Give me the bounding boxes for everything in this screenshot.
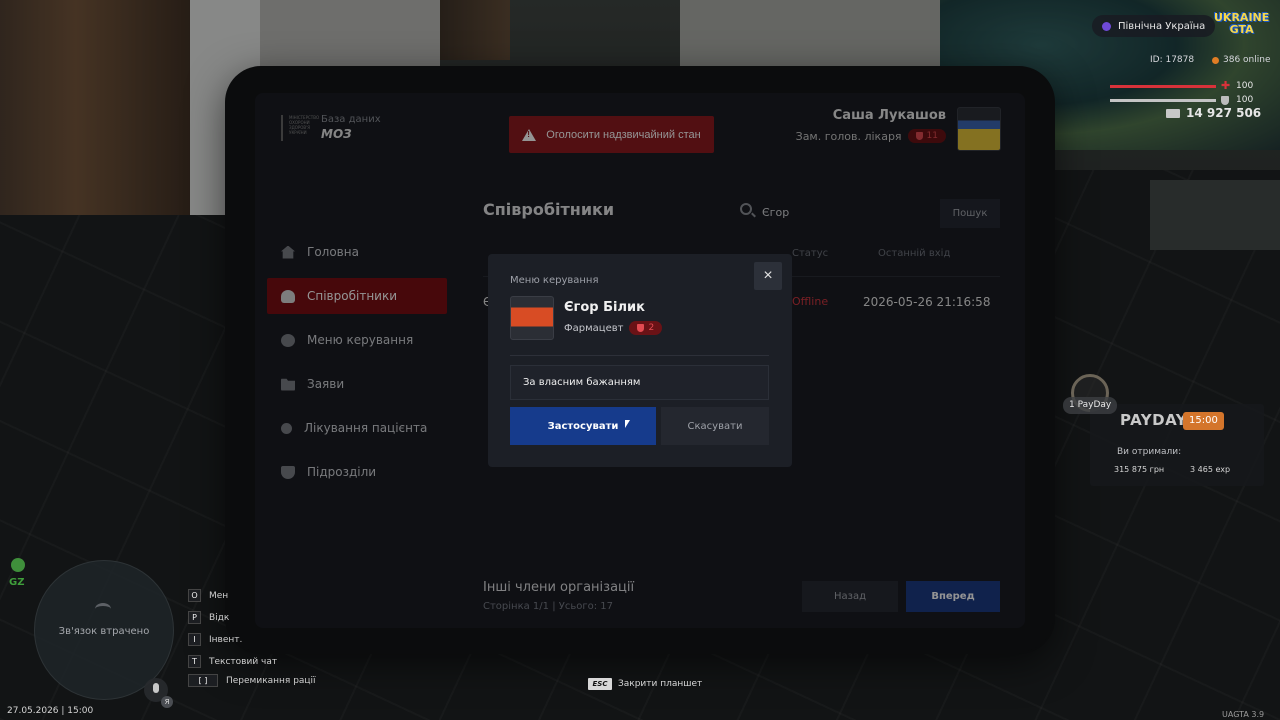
payday-exp: 3 465 exp [1190,465,1231,474]
armor-icon [1221,96,1229,105]
search-button[interactable]: Пошук [940,199,1000,228]
keyboard-language: Я [161,696,173,708]
green-zone-label: GZ [9,577,25,588]
close-button[interactable]: × [754,262,782,290]
employee-role: Фармацевт 2 [564,321,663,335]
employee-avatar [510,296,554,340]
search-input[interactable] [762,203,932,221]
shield-icon [281,465,295,479]
modal-title: Меню керування [510,275,599,286]
player-id: ID: 17878 [1150,55,1195,65]
health-bar [1110,85,1216,88]
keybind-hint: P Відк [188,611,229,624]
sidebar-item-treatment[interactable]: Лікування пацієнта [267,410,447,446]
back-button[interactable]: Назад [802,581,898,612]
status-badge: Offline [792,295,829,308]
close-tablet-hint: ESC Закрити планшет [588,678,702,690]
ministry-logo: МІНІСТЕРСТВО ОХОРОНИ ЗДОРОВ'Я УКРАЇНИ [281,114,319,141]
sidebar-item-divisions[interactable]: Підрозділи [267,454,447,490]
gear-icon [281,333,295,347]
rank-badge: 11 [907,129,946,143]
money-display: 14 927 506 [1166,106,1261,120]
reason-field[interactable] [510,365,769,400]
server-badge: Північна Україна [1092,15,1216,37]
user-role: Зам. голов. лікаря [795,129,902,143]
no-signal-icon [95,603,111,615]
user-info: Саша Лукашов Зам. голов. лікаря 11 [796,108,946,143]
green-zone-icon [11,558,25,572]
cash-icon [1166,108,1180,118]
warning-icon [522,128,537,141]
page-title: Співробітники [483,200,615,219]
org-name: МОЗ [321,127,352,141]
game-version: UAGTA 3.9 [1222,710,1265,719]
game-logo: UKRAINE GTA [1214,11,1270,36]
minimap-status: Зв'язок втрачено [58,626,150,637]
online-count: 386 online [1212,55,1271,65]
declare-emergency-button[interactable]: Оголосити надзвичайний стан [509,116,714,153]
employee-name: Єгор Білик [564,300,645,315]
column-header-status: Статус [792,248,829,259]
sun-icon [281,422,292,434]
org-subtitle: База даних [321,114,381,125]
health-icon: ✚ [1221,79,1231,92]
search-icon [740,203,752,215]
sidebar-item-home[interactable]: Головна [267,234,447,270]
keybind-hint: T Текстовий чат [188,655,277,668]
health-value: 100 [1236,81,1254,91]
sidebar-item-employees[interactable]: Співробітники [267,278,447,314]
mouse-cursor-icon [625,420,630,428]
divider [510,355,769,356]
user-name: Саша Лукашов [832,108,946,123]
org-header: МІНІСТЕРСТВО ОХОРОНИ ЗДОРОВ'Я УКРАЇНИ Ба… [281,114,381,141]
date-time: 27.05.2026 | 15:00 [7,706,94,716]
online-icon [1212,56,1219,64]
payday-timer: 15:00 [1183,412,1224,430]
keybind-hint: I Інвент. [188,633,242,646]
server-icon [1102,21,1111,31]
last-login-value: 2026-05-26 21:16:58 [863,295,991,309]
cancel-button[interactable]: Скасувати [661,407,769,445]
folder-icon [281,378,295,391]
payday-title: PAYDAY [1120,411,1188,429]
payday-money: 315 875 грн [1114,465,1165,474]
rank-badge: 2 [629,321,663,335]
sidebar-item-applications[interactable]: Заяви [267,366,447,402]
keybind-hint: O Мен [188,589,228,602]
shield-icon [915,132,923,140]
user-avatar[interactable] [957,107,1001,151]
apply-button[interactable]: Застосувати [510,407,656,445]
payday-chip: 1 PayDay [1063,397,1118,414]
shield-icon [637,324,645,332]
keybind-hint: [ ] Перемикання рації [188,674,316,687]
users-icon [281,289,295,303]
sidebar-nav: Головна Співробітники Меню керування Зая… [267,234,447,498]
pagination-info: Сторінка 1/1 | Усього: 17 [483,601,614,612]
sidebar-item-control-menu[interactable]: Меню керування [267,322,447,358]
home-icon [281,245,295,259]
payday-received-label: Ви отримали: [1117,447,1182,457]
armor-value: 100 [1236,95,1254,105]
others-title: Інші члени організації [483,580,635,595]
armor-bar [1110,99,1216,102]
next-button[interactable]: Вперед [906,581,1000,612]
column-header-last-login: Останній вхід [878,248,951,259]
